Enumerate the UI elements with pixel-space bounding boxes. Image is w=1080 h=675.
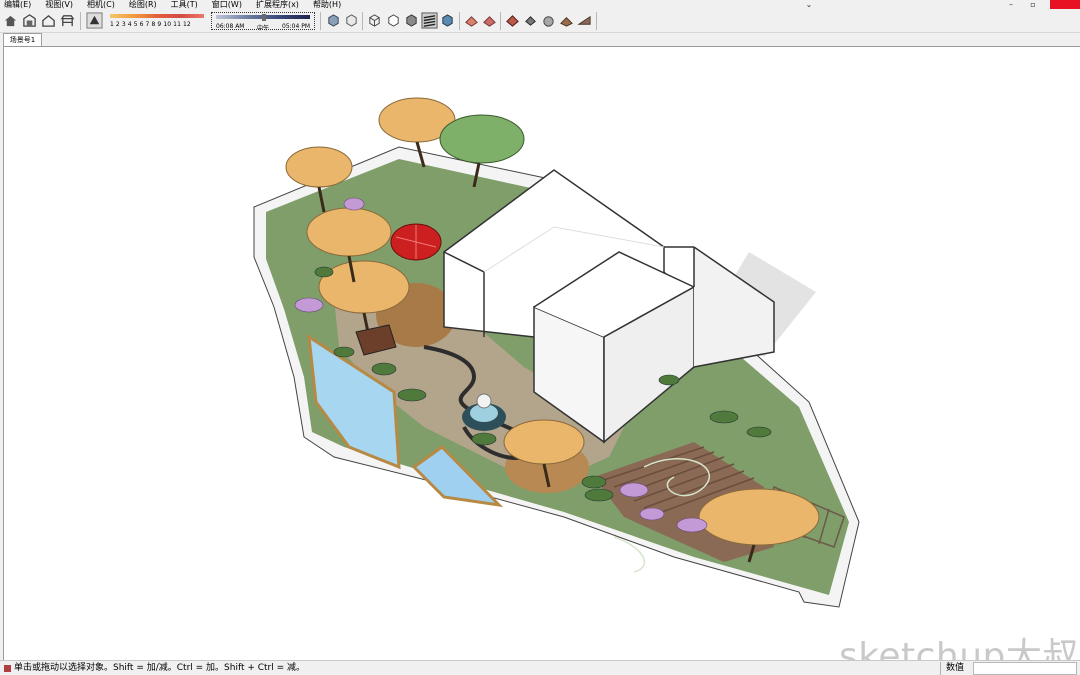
warehouse-icon[interactable] [22,13,37,28]
menu-help[interactable]: 帮助(H) [313,0,341,9]
watermark-text: sketchup大叔 [839,636,1079,660]
month-numbers: 1 2 3 4 5 6 7 8 9 10 11 12 [110,21,191,28]
sandbox-terrain-icon[interactable] [482,13,497,28]
model-viewport[interactable]: sketchup大叔 [3,46,1080,660]
style-textured-icon[interactable] [421,12,438,29]
extension-icon[interactable] [559,13,574,28]
toolbar: 1 2 3 4 5 6 7 8 9 10 11 12 06:08 AM 中午 0… [0,9,1080,52]
menu-draw[interactable]: 绘图(R) [129,0,157,9]
shadow-month-scale[interactable]: 1 2 3 4 5 6 7 8 9 10 11 12 [108,13,206,30]
menu-view[interactable]: 视图(V) [45,0,73,9]
house-icon[interactable] [41,13,56,28]
extension-alt-icon[interactable] [577,13,592,28]
window-controls: ⌄ – ▫ [800,0,1080,9]
style-hiddenline-icon[interactable] [386,13,401,28]
sandbox-icon[interactable] [464,13,479,28]
style-shaded-icon[interactable] [404,13,419,28]
status-bar: 单击或拖动以选择对象。Shift = 加/减。Ctrl = 加。Shift + … [0,660,1080,675]
scene-tab-bar: 场景号1 [0,33,1080,46]
paint-icon[interactable] [541,13,556,28]
menu-bar: 编辑(E) 视图(V) 相机(C) 绘图(R) 工具(T) 窗口(W) 扩展程序… [0,0,800,9]
status-message: 单击或拖动以选择对象。Shift = 加/减。Ctrl = 加。Shift + … [14,663,306,673]
menu-tools[interactable]: 工具(T) [171,0,198,9]
section-icon[interactable] [505,13,520,28]
status-divider [940,662,941,675]
style-wireframe-icon[interactable] [367,13,382,28]
time-start-label: 06:08 AM [216,23,245,30]
time-mid-label: 中午 [257,25,270,32]
minimize-button[interactable]: – [1004,0,1018,9]
menu-edit[interactable]: 编辑(E) [4,0,31,9]
shadow-time-slider[interactable]: 06:08 AM 中午 05:04 PM [211,12,315,32]
home-icon[interactable] [3,13,18,28]
style-backedges-icon[interactable] [344,13,359,28]
time-slider-handle[interactable] [262,14,266,21]
measurements-label: 数值 [946,663,965,673]
menu-camera[interactable]: 相机(C) [87,0,115,9]
pin-icon[interactable]: ⌄ [802,0,816,9]
month-gradient [110,14,204,18]
close-button[interactable] [1050,0,1080,9]
style-monochrome-icon[interactable] [440,13,455,28]
maximize-button[interactable]: ▫ [1026,0,1040,9]
sketchup-window: 编辑(E) 视图(V) 相机(C) 绘图(R) 工具(T) 窗口(W) 扩展程序… [0,0,1080,675]
measurements-input[interactable] [973,662,1077,675]
status-geo-icon [4,665,11,672]
time-end-label: 05:04 PM [282,23,310,30]
landscape-model [253,97,860,608]
menu-window[interactable]: 窗口(W) [212,0,242,9]
shadow-toggle-icon[interactable] [86,12,103,29]
gazebo-icon[interactable] [60,13,75,28]
menu-extensions[interactable]: 扩展程序(x) [256,0,299,9]
component-icon[interactable] [523,13,538,28]
scene-tab-1[interactable]: 场景号1 [3,33,42,46]
style-xray-icon[interactable] [326,13,341,28]
